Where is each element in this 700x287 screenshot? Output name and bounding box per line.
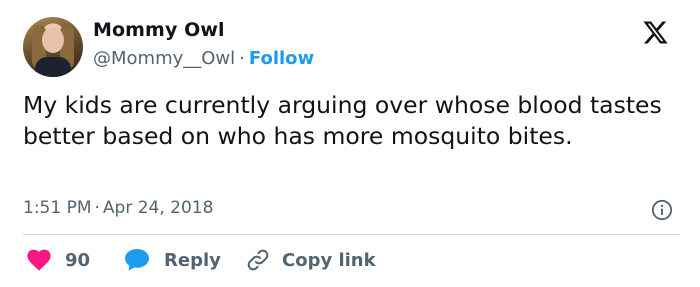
follow-button[interactable]: Follow [249,48,314,69]
divider [23,234,679,235]
info-icon[interactable] [651,199,673,221]
tweet-time[interactable]: 1:51 PM [23,198,92,218]
speech-bubble-icon [125,249,149,271]
tweet-date[interactable]: Apr 24, 2018 [103,198,214,218]
link-icon [247,249,269,271]
copy-link-button[interactable]: Copy link [246,246,376,274]
tweet-timestamp[interactable]: 1:51 PM · Apr 24, 2018 [23,198,213,218]
reply-label: Reply [164,249,221,271]
tweet-card: Mommy Owl @Mommy__Owl · Follow My kids are… [0,0,700,287]
avatar[interactable] [23,17,83,77]
author-name[interactable]: Mommy Owl [93,19,225,41]
like-count: 90 [65,249,91,271]
tweet-text: My kids are currently arguing over whose… [23,91,662,150]
copy-link-label: Copy link [282,249,376,271]
action-bar: 90 Reply Copy link [23,246,679,274]
author-handle[interactable]: @Mommy__Owl [93,48,235,69]
separator-dot: · [94,198,100,218]
like-button[interactable]: 90 [27,246,90,274]
reply-button[interactable]: Reply [124,246,221,274]
separator-dot: · [239,48,245,69]
x-logo-icon[interactable] [641,19,670,46]
heart-icon [27,249,51,271]
author-handle-row: @Mommy__Owl · Follow [93,48,314,69]
